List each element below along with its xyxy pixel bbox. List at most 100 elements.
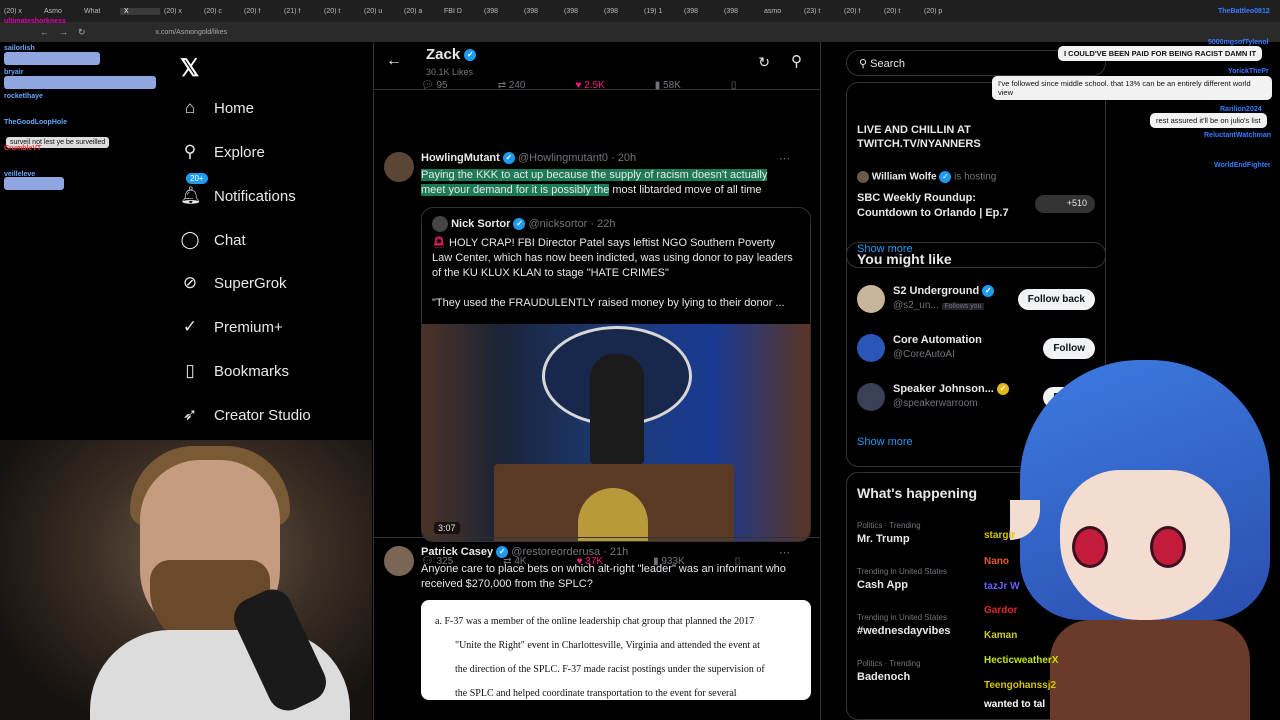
search-icon: ⚲ xyxy=(183,142,197,161)
card-title: What's happening xyxy=(857,485,977,501)
sidebar-item-explore[interactable]: ⚲ Explore xyxy=(180,142,265,162)
sidebar-item-label: SuperGrok xyxy=(214,274,287,292)
sidebar-item-label: Creator Studio xyxy=(214,406,311,424)
show-more-link[interactable]: Show more xyxy=(857,436,913,448)
browser-tab[interactable]: (20) f xyxy=(840,8,880,15)
post-author[interactable]: Patrick Casey xyxy=(421,546,493,558)
sidebar-item-bookmarks[interactable]: ▯ Bookmarks xyxy=(180,361,289,381)
verified-badge-icon: ✓ xyxy=(996,383,1009,396)
notification-badge: 20+ xyxy=(186,173,208,184)
home-icon: ⌂ xyxy=(184,98,196,117)
avatar[interactable] xyxy=(857,285,885,313)
avatar[interactable] xyxy=(384,152,414,182)
chat-bubble: I COULD'VE BEEN PAID FOR BEING RACIST DA… xyxy=(1058,46,1263,61)
browser-address-bar[interactable]: ← → ↻ x.com/Asmongold/likes xyxy=(0,22,1280,42)
post-patrick-casey[interactable]: Patrick Casey ✓ @restoreorderusa · 21h ⋯… xyxy=(374,537,820,700)
streamer-webcam xyxy=(0,440,372,720)
browser-tab[interactable]: asmo xyxy=(760,8,800,15)
video-player[interactable]: 3:07 xyxy=(422,324,810,541)
court-document-image[interactable]: a. F-37 was a member of the online leade… xyxy=(421,600,811,700)
browser-tab[interactable]: (20) t xyxy=(320,8,360,15)
back-nav-icon[interactable]: ← xyxy=(40,27,49,37)
premium-check-icon: ✓ xyxy=(182,317,198,336)
avatar[interactable] xyxy=(857,334,885,362)
bookmark-icon: ▯ xyxy=(185,361,195,380)
post-text: Paying the KKK to act up because the sup… xyxy=(421,169,768,196)
sidebar-item-supergrok[interactable]: ⊘ SuperGrok xyxy=(180,273,287,293)
browser-tab[interactable]: (20) x xyxy=(0,8,40,15)
browser-tab[interactable]: (21) f xyxy=(280,8,320,15)
emote-row xyxy=(4,177,64,190)
post-author[interactable]: HowlingMutant xyxy=(421,152,500,164)
browser-tab[interactable]: Asmo xyxy=(40,8,80,15)
browser-tab[interactable]: FBI D xyxy=(440,8,480,15)
likes-count: 30.1K Likes xyxy=(426,67,474,77)
live-spaces-card: LIVE AND CHILLIN AT TWITCH.TV/NYANNERS W… xyxy=(846,82,1106,268)
browser-tab[interactable]: (20) t xyxy=(880,8,920,15)
more-options-icon[interactable]: ⋯ xyxy=(779,546,790,559)
space-title[interactable]: SBC Weekly Roundup: Countdown to Orlando… xyxy=(857,191,1027,221)
bookmark-button[interactable]: ▯ xyxy=(731,80,737,91)
sidebar-item-label: Notifications xyxy=(214,187,296,205)
post-header: Patrick Casey ✓ @restoreorderusa · 21h xyxy=(421,546,629,559)
browser-tab[interactable]: What xyxy=(80,8,120,15)
bell-icon: 🔔︎ 20+ xyxy=(180,173,208,206)
verified-badge-icon: ✓ xyxy=(496,546,509,559)
back-arrow-icon[interactable]: ← xyxy=(386,52,402,70)
browser-tab[interactable]: X xyxy=(120,7,160,15)
more-options-icon[interactable]: ⋯ xyxy=(779,152,790,165)
browser-tab[interactable]: (398 xyxy=(720,8,760,15)
sidebar-item-home[interactable]: ⌂ Home xyxy=(180,98,254,118)
browser-tab[interactable]: (398 xyxy=(560,8,600,15)
avatar[interactable] xyxy=(857,383,885,411)
quote-header: Nick Sortor ✓ @nicksortor · 22h xyxy=(432,216,616,232)
address-url[interactable]: x.com/Asmongold/likes xyxy=(156,29,228,36)
browser-tab[interactable]: (20) c xyxy=(200,8,240,15)
browser-tab[interactable]: (20) f xyxy=(240,8,280,15)
chat-bubble: rest assured it'll be on julio's list xyxy=(1150,113,1267,128)
grok-icon: ⊘ xyxy=(182,273,198,292)
verified-badge-icon: ✓ xyxy=(464,49,477,62)
browser-tab[interactable]: (20) a xyxy=(400,8,440,15)
avatar xyxy=(857,171,869,183)
browser-tab[interactable]: (398 xyxy=(520,8,560,15)
browser-tab[interactable]: (19) 1 xyxy=(640,8,680,15)
avatar[interactable] xyxy=(384,546,414,576)
follow-back-button[interactable]: Follow back xyxy=(1017,289,1095,310)
post-time[interactable]: 20h xyxy=(618,152,636,164)
repost-button[interactable]: ⇄ 240 xyxy=(498,80,526,91)
chat-bubble-icon: ◯ xyxy=(180,230,200,249)
like-button[interactable]: ♥ 2.5K xyxy=(575,80,604,91)
top-post-actions: 💬︎ 95 ⇄ 240 ♥ 2.5K ▮ 58K ▯ xyxy=(421,80,736,91)
search-icon[interactable]: ⚲ xyxy=(791,52,802,70)
live-title[interactable]: LIVE AND CHILLIN AT TWITCH.TV/NYANNERS xyxy=(857,123,997,151)
reply-button[interactable]: 💬︎ 95 xyxy=(421,80,448,91)
browser-tab[interactable]: (398 xyxy=(600,8,640,15)
browser-tab[interactable]: (20) x xyxy=(160,8,200,15)
avatar-eye xyxy=(1150,526,1186,568)
reload-icon[interactable]: ↻ xyxy=(78,27,86,38)
speaker-figure xyxy=(590,354,644,464)
x-logo-icon[interactable]: 𝕏 xyxy=(180,54,199,83)
quoted-post[interactable]: Nick Sortor ✓ @nicksortor · 22h 🚨︎ HOLY … xyxy=(421,207,811,542)
sidebar-item-label: Explore xyxy=(214,143,265,161)
avatar-body xyxy=(1050,620,1250,720)
sidebar-item-notifications[interactable]: 🔔︎ 20+ Notifications xyxy=(180,173,296,206)
sidebar-item-chat[interactable]: ◯ Chat xyxy=(180,230,245,250)
browser-tab[interactable]: (23) t xyxy=(800,8,840,15)
browser-tab[interactable]: (20) p xyxy=(920,8,960,15)
verified-badge-icon: ✓ xyxy=(502,152,515,165)
forward-nav-icon[interactable]: → xyxy=(59,27,68,37)
search-icon: ⚲ xyxy=(859,58,868,70)
refresh-icon[interactable]: ↻ xyxy=(758,54,770,71)
browser-tab[interactable]: (398 xyxy=(480,8,520,15)
post-handle[interactable]: @Howlingmutant0 xyxy=(518,152,608,164)
browser-tab[interactable]: (398 xyxy=(680,8,720,15)
browser-tab[interactable]: (20) u xyxy=(360,8,400,15)
host-line: William Wolfe ✓ is hosting xyxy=(857,171,996,183)
suggestion-row[interactable]: S2 Underground ✓ @s2_un... Follows you F… xyxy=(857,285,1097,317)
sidebar-item-premium[interactable]: ✓ Premium+ xyxy=(180,317,283,337)
video-duration: 3:07 xyxy=(434,522,460,534)
sidebar-item-creator-studio[interactable]: ➶ Creator Studio xyxy=(180,405,311,425)
rocket-icon: ➶ xyxy=(182,405,198,424)
